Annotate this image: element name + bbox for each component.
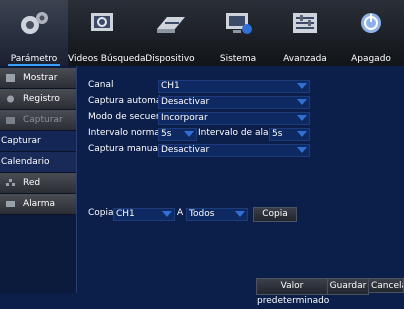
sidebar-item-alarma[interactable]: Alarma [0, 194, 76, 215]
chevron-down-icon [235, 211, 245, 217]
camera-icon [6, 117, 15, 124]
alarm-interval-value: 5s [272, 129, 283, 139]
chevron-down-icon [297, 115, 307, 121]
tab-label: Dispositivo [145, 54, 195, 64]
sequence-mode-value: Incorporar [161, 113, 208, 123]
sidebar-item-capturar[interactable]: Capturar [0, 131, 77, 152]
tab-apagado[interactable]: Apagado [338, 0, 404, 66]
sidebar-item-label: Capturar [1, 136, 41, 146]
copy-to-value: Todos [189, 209, 215, 219]
tab-label: Apagado [351, 54, 391, 64]
monitor-settings-icon [226, 13, 252, 34]
power-icon [361, 13, 381, 33]
copy-label: Copia [88, 208, 114, 218]
display-icon [6, 74, 15, 82]
normal-interval-label: Intervalo normal [88, 128, 163, 138]
chevron-down-icon [297, 83, 307, 89]
auto-capture-select[interactable]: Desactivar [158, 96, 310, 109]
top-menu-bar: Parámetro Videos Búsqueda Dispositivo Si… [0, 0, 404, 66]
sidebar-item-label: Calendario [1, 157, 50, 167]
tab-parametro[interactable]: Parámetro [0, 0, 68, 66]
canal-value: CH1 [161, 81, 180, 91]
chevron-down-icon [297, 131, 307, 137]
alarm-icon [6, 201, 15, 207]
save-button[interactable]: Guardar [327, 278, 369, 295]
alarm-interval-select[interactable]: 5s [269, 128, 310, 141]
tab-avanzada[interactable]: Avanzada [272, 0, 338, 66]
copy-to-label: A [177, 208, 184, 218]
copy-from-value: CH1 [116, 209, 135, 219]
normal-interval-value: 5s [161, 129, 172, 139]
normal-interval-select[interactable]: 5s [158, 128, 197, 141]
sidebar-item-label: Registro [23, 94, 60, 104]
manual-capture-value: Desactivar [161, 145, 210, 155]
tab-label: Sistema [219, 54, 257, 64]
default-button[interactable]: Valor predeterminado [256, 278, 329, 306]
sidebar-item-capturar-header[interactable]: Capturar [0, 110, 76, 131]
sidebar-item-label: Alarma [23, 199, 55, 209]
video-search-icon [91, 13, 113, 31]
canal-select[interactable]: CH1 [158, 80, 310, 93]
chevron-down-icon [297, 147, 307, 153]
canal-label: Canal [88, 80, 114, 90]
sidebar-item-red[interactable]: Red [0, 173, 76, 194]
chevron-down-icon [162, 211, 172, 217]
sidebar-item-label: Red [23, 178, 41, 188]
cancel-button[interactable]: Cancelar [368, 278, 404, 293]
tab-label: Parámetro [10, 54, 58, 64]
tab-label: Avanzada [283, 54, 327, 64]
auto-capture-value: Desactivar [161, 97, 210, 107]
gears-icon [21, 12, 48, 34]
manual-capture-select[interactable]: Desactivar [158, 144, 310, 157]
sidebar-item-calendario[interactable]: Calendario [0, 152, 77, 173]
chevron-down-icon [297, 99, 307, 105]
hard-drive-icon [157, 17, 185, 33]
capture-settings-panel: Canal CH1 Captura automática Desactivar … [76, 66, 404, 293]
tab-sistema[interactable]: Sistema [204, 0, 272, 66]
copy-button[interactable]: Copia [253, 207, 297, 222]
copy-to-select[interactable]: Todos [186, 208, 248, 221]
tab-dispositivo[interactable]: Dispositivo [136, 0, 204, 66]
record-icon [7, 95, 14, 103]
tab-videos-busqueda[interactable]: Videos Búsqueda [68, 0, 146, 66]
chevron-down-icon [184, 131, 194, 137]
copy-from-select[interactable]: CH1 [113, 208, 175, 221]
sidebar-item-mostrar[interactable]: Mostrar [0, 68, 76, 89]
sidebar: Mostrar Registro Capturar Capturar Calen… [0, 66, 77, 293]
tab-label: Videos Búsqueda [68, 54, 146, 64]
manual-capture-label: Captura manual [88, 144, 161, 154]
sidebar-item-label: Mostrar [23, 73, 58, 83]
sliders-icon [293, 13, 317, 33]
network-icon [6, 179, 15, 186]
sidebar-item-registro[interactable]: Registro [0, 89, 76, 110]
sidebar-item-label: Capturar [23, 115, 63, 125]
sequence-mode-select[interactable]: Incorporar [158, 112, 310, 125]
